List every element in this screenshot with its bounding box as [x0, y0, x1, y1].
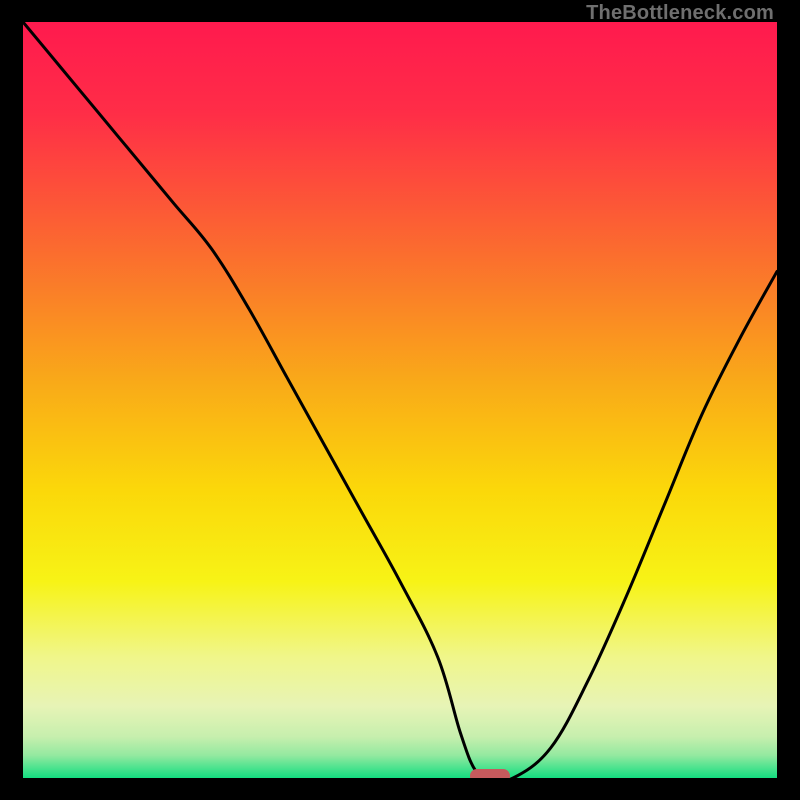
watermark-text: TheBottleneck.com — [586, 2, 774, 25]
chart-frame: TheBottleneck.com — [0, 0, 800, 800]
plot-area — [23, 22, 777, 778]
bottleneck-curve — [23, 22, 777, 778]
optimal-marker — [470, 769, 510, 778]
